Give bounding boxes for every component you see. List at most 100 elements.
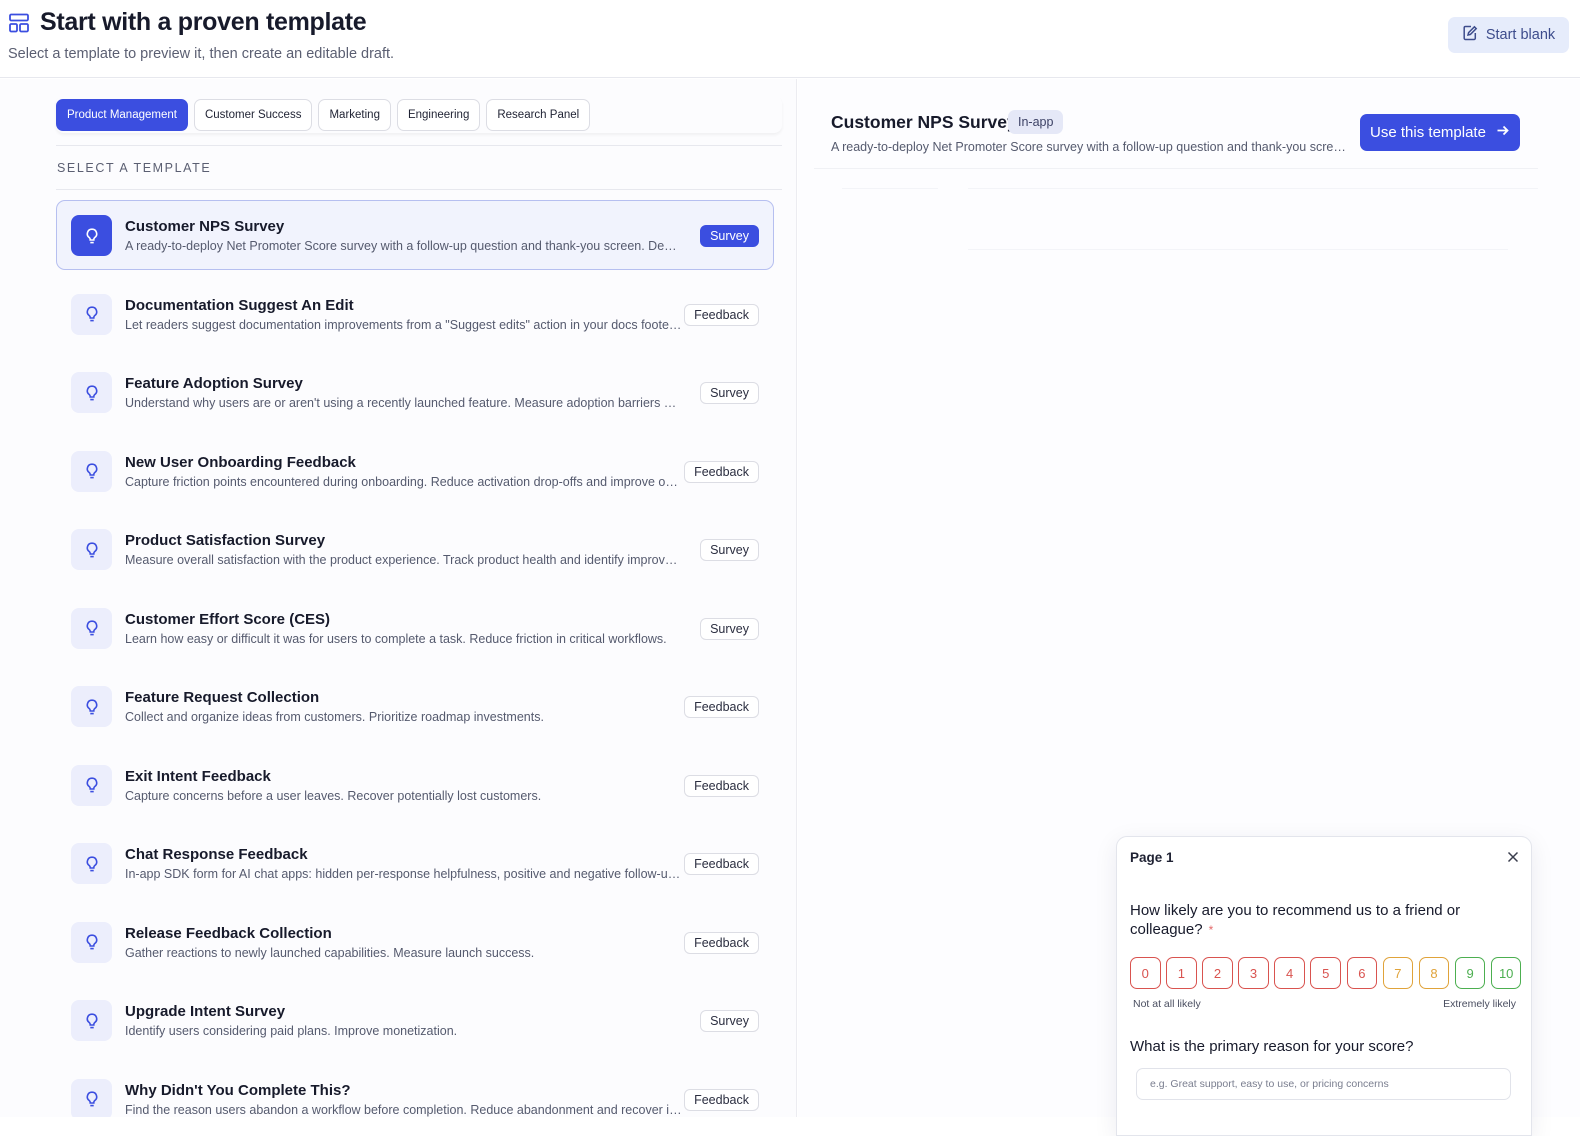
preview-description: A ready-to-deploy Net Promoter Score sur… xyxy=(831,140,1351,154)
template-name: Chat Response Feedback xyxy=(125,846,308,863)
template-type-badge: Feedback xyxy=(684,853,759,875)
nps-option-0[interactable]: 0 xyxy=(1130,957,1161,989)
lightbulb-icon xyxy=(71,686,112,727)
nps-option-9[interactable]: 9 xyxy=(1454,957,1486,989)
nps-scale: 0 1 2 3 4 5 6 7 8 9 10 xyxy=(1130,957,1522,989)
template-preview-panel: Customer NPS Survey In-app A ready-to-de… xyxy=(798,79,1580,1136)
lightbulb-icon xyxy=(71,843,112,884)
nps-option-4[interactable]: 4 xyxy=(1274,957,1305,989)
template-name: Release Feedback Collection xyxy=(125,924,332,942)
start-blank-button[interactable]: Start blank xyxy=(1448,17,1569,53)
template-item-feature-request-collection[interactable]: Feature Request Collection Collect and o… xyxy=(56,671,774,741)
template-name: Exit Intent Feedback xyxy=(125,767,271,785)
template-description: Understand why users are or aren't using… xyxy=(125,396,683,410)
template-item-documentation-suggest-an-edit[interactable]: Documentation Suggest An Edit Let reader… xyxy=(56,279,774,349)
tab-customer-success[interactable]: Customer Success xyxy=(193,98,313,131)
preview-title: Customer NPS Survey xyxy=(831,112,1017,132)
page-subtitle: Select a template to preview it, then cr… xyxy=(8,46,395,62)
nps-option-1[interactable]: 1 xyxy=(1166,957,1197,989)
tab-engineering[interactable]: Engineering xyxy=(396,98,481,131)
placeholder-line xyxy=(842,188,938,189)
template-type-badge: Survey xyxy=(700,617,759,640)
template-layout-icon xyxy=(8,12,30,34)
template-item-new-user-onboarding-feedback[interactable]: New User Onboarding Feedback Capture fri… xyxy=(56,436,774,506)
tab-product-management[interactable]: Product Management xyxy=(56,98,188,131)
section-label: SELECT A TEMPLATE xyxy=(57,161,212,175)
lightbulb-icon xyxy=(71,1078,112,1117)
category-tabs: Product Management Customer Success Mark… xyxy=(56,96,782,133)
template-name: Why Didn't You Complete This? xyxy=(125,1081,351,1099)
lightbulb-icon xyxy=(71,921,112,963)
lightbulb-icon xyxy=(71,293,112,335)
template-list-panel: Product Management Customer Success Mark… xyxy=(0,79,797,1117)
template-name: Customer NPS Survey xyxy=(125,218,285,235)
template-type-badge: Feedback xyxy=(684,1088,759,1111)
template-type-badge: Feedback xyxy=(684,774,759,797)
nps-option-6[interactable]: 6 xyxy=(1346,957,1378,989)
template-description: Capture concerns before a user leaves. R… xyxy=(125,788,542,803)
use-template-button[interactable]: Use this template xyxy=(1360,114,1520,151)
template-name: Customer Effort Score (CES) xyxy=(125,610,331,628)
scale-high-label: Extremely likely xyxy=(1443,998,1516,1010)
question-reason: What is the primary reason for your scor… xyxy=(1130,1038,1414,1055)
template-type-badge: Feedback xyxy=(684,931,759,954)
nps-option-10[interactable]: 10 xyxy=(1490,957,1522,989)
nps-option-5[interactable]: 5 xyxy=(1310,957,1341,989)
template-list: Customer NPS Survey A ready-to-deploy Ne… xyxy=(56,200,774,1117)
template-item-why-didnt-you-complete-this[interactable]: Why Didn't You Complete This? Find the r… xyxy=(56,1064,774,1117)
template-name: Documentation Suggest An Edit xyxy=(125,296,354,314)
survey-widget-preview: Page 1 How likely are you to recommend u… xyxy=(1116,836,1532,1136)
divider xyxy=(814,168,1538,169)
divider xyxy=(56,189,782,190)
template-type-badge: Survey xyxy=(700,382,759,404)
template-item-chat-response-feedback[interactable]: Chat Response Feedback In-app SDK form f… xyxy=(56,828,774,898)
channel-badge: In-app xyxy=(1008,110,1064,134)
nps-option-2[interactable]: 2 xyxy=(1202,957,1233,989)
template-description: Let readers suggest documentation improv… xyxy=(125,317,683,332)
template-name: Feature Adoption Survey xyxy=(125,375,303,392)
divider xyxy=(56,145,782,146)
lightbulb-icon xyxy=(71,1000,112,1041)
required-marker: * xyxy=(1208,923,1214,937)
lightbulb-icon xyxy=(71,529,112,570)
question-nps: How likely are you to recommend us to a … xyxy=(1130,901,1510,940)
template-item-customer-effort-score[interactable]: Customer Effort Score (CES) Learn how ea… xyxy=(56,593,774,663)
template-description: Identify users considering paid plans. I… xyxy=(125,1024,458,1038)
nps-option-8[interactable]: 8 xyxy=(1418,957,1450,989)
template-type-badge: Feedback xyxy=(684,303,759,326)
lightbulb-icon xyxy=(71,372,112,413)
template-type-badge: Survey xyxy=(700,1010,759,1032)
lightbulb-icon xyxy=(71,215,112,256)
page-title: Start with a proven template xyxy=(40,8,367,36)
template-item-product-satisfaction-survey[interactable]: Product Satisfaction Survey Measure over… xyxy=(56,514,774,584)
template-name: New User Onboarding Feedback xyxy=(125,453,356,471)
template-item-feature-adoption-survey[interactable]: Feature Adoption Survey Understand why u… xyxy=(56,357,774,427)
template-item-upgrade-intent-survey[interactable]: Upgrade Intent Survey Identify users con… xyxy=(56,985,774,1055)
template-type-badge: Feedback xyxy=(684,460,759,483)
template-description: Gather reactions to newly launched capab… xyxy=(125,945,535,960)
tab-marketing[interactable]: Marketing xyxy=(318,98,391,131)
placeholder-line xyxy=(968,249,1508,250)
template-description: Capture friction points encountered duri… xyxy=(125,474,683,489)
template-description: Learn how easy or difficult it was for u… xyxy=(125,631,667,646)
template-type-badge: Feedback xyxy=(684,696,759,718)
template-name: Upgrade Intent Survey xyxy=(125,1003,286,1020)
reason-input[interactable] xyxy=(1136,1068,1511,1100)
tab-research-panel[interactable]: Research Panel xyxy=(486,98,591,131)
template-item-customer-nps-survey[interactable]: Customer NPS Survey A ready-to-deploy Ne… xyxy=(56,200,774,270)
question-text: How likely are you to recommend us to a … xyxy=(1130,902,1461,938)
lightbulb-icon xyxy=(71,607,112,649)
template-description: Collect and organize ideas from customer… xyxy=(125,710,544,724)
close-icon[interactable] xyxy=(1505,849,1521,865)
template-item-release-feedback-collection[interactable]: Release Feedback Collection Gather react… xyxy=(56,907,774,977)
placeholder-line xyxy=(968,188,1538,189)
nps-option-7[interactable]: 7 xyxy=(1382,957,1414,989)
nps-option-3[interactable]: 3 xyxy=(1238,957,1269,989)
start-blank-label: Start blank xyxy=(1485,27,1556,43)
lightbulb-icon xyxy=(71,764,112,806)
page-label: Page 1 xyxy=(1130,850,1174,865)
template-item-exit-intent-feedback[interactable]: Exit Intent Feedback Capture concerns be… xyxy=(56,750,774,820)
scale-low-label: Not at all likely xyxy=(1133,998,1201,1010)
title-row: Start with a proven template xyxy=(8,8,367,37)
lightbulb-icon xyxy=(71,450,112,492)
